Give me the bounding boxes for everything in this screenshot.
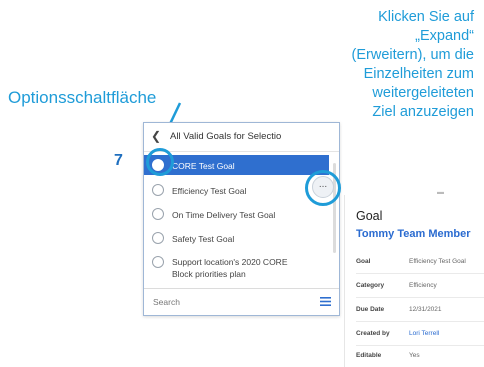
option-label: Safety Test Goal — [172, 234, 235, 244]
radio-button[interactable] — [152, 208, 164, 220]
detail-key: Due Date — [356, 306, 385, 313]
option-label: On Time Delivery Test Goal — [172, 210, 276, 220]
detail-row-category: Category Efficiency — [356, 275, 484, 298]
search-input[interactable]: Search — [153, 297, 180, 307]
detail-subheading[interactable]: Tommy Team Member — [356, 228, 471, 240]
detail-value: Efficiency — [409, 282, 437, 289]
detail-value: Efficiency Test Goal — [409, 258, 466, 265]
list-icon[interactable] — [320, 296, 331, 307]
annotation-line: „Expand“ — [415, 28, 474, 44]
option-label: Support location's 2020 CORE — [172, 257, 288, 267]
annotation-line: Ziel anzuzeigen — [372, 104, 474, 120]
option-safety-test-goal[interactable]: Safety Test Goal — [144, 229, 329, 249]
option-efficiency-test-goal[interactable]: Efficiency Test Goal — [144, 181, 329, 201]
detail-key: Category — [356, 282, 385, 289]
panel-header: ❮ All Valid Goals for Selectio — [144, 123, 339, 152]
step-number: 7 — [114, 152, 123, 169]
detail-heading: Goal — [356, 209, 383, 223]
radio-button[interactable] — [152, 232, 164, 244]
search-bar[interactable]: Search — [144, 288, 339, 315]
scroll-indicator-icon: ▬ — [437, 189, 444, 196]
detail-row-editable: Editable Yes — [356, 345, 484, 367]
option-label: Efficiency Test Goal — [172, 186, 247, 196]
annotation-line: Klicken Sie auf — [378, 9, 474, 25]
detail-row-goal: Goal Efficiency Test Goal — [356, 251, 484, 274]
detail-value-link[interactable]: Lori Terrell — [409, 330, 439, 337]
option-label: CORE Test Goal — [172, 161, 235, 171]
annotation-radio-button: Optionsschaltfläche — [8, 88, 157, 107]
detail-row-created-by: Created by Lori Terrell — [356, 323, 484, 346]
detail-key: Created by — [356, 330, 390, 337]
radio-button[interactable] — [152, 256, 164, 268]
annotation-line: (Erweitern), um die — [351, 47, 474, 63]
detail-key: Editable — [356, 352, 382, 359]
goals-dropdown-panel: ❮ All Valid Goals for Selectio CORE Test… — [143, 122, 340, 316]
option-support-location-plan[interactable]: Support location's 2020 CORE Block prior… — [144, 253, 329, 283]
option-label-line2: Block priorities plan — [172, 269, 246, 279]
option-on-time-delivery-test-goal[interactable]: On Time Delivery Test Goal — [144, 205, 329, 225]
detail-value: 12/31/2021 — [409, 306, 442, 313]
back-arrow-icon[interactable]: ❮ — [151, 129, 161, 143]
detail-value: Yes — [409, 352, 420, 359]
expand-highlight-ring — [305, 170, 341, 206]
radio-button[interactable] — [152, 184, 164, 196]
radio-highlight-ring — [146, 148, 174, 176]
panel-title: All Valid Goals for Selectio — [170, 131, 282, 142]
annotation-expand-instructions: Klicken Sie auf „Expand“ (Erweitern), um… — [284, 8, 474, 122]
annotation-line: Einzelheiten zum — [363, 66, 474, 82]
detail-key: Goal — [356, 258, 371, 265]
goal-detail-card: ▬ Goal Tommy Team Member Goal Efficiency… — [344, 189, 484, 367]
detail-row-due-date: Due Date 12/31/2021 — [356, 299, 484, 322]
annotation-line: weitergeleiteten — [372, 85, 474, 101]
